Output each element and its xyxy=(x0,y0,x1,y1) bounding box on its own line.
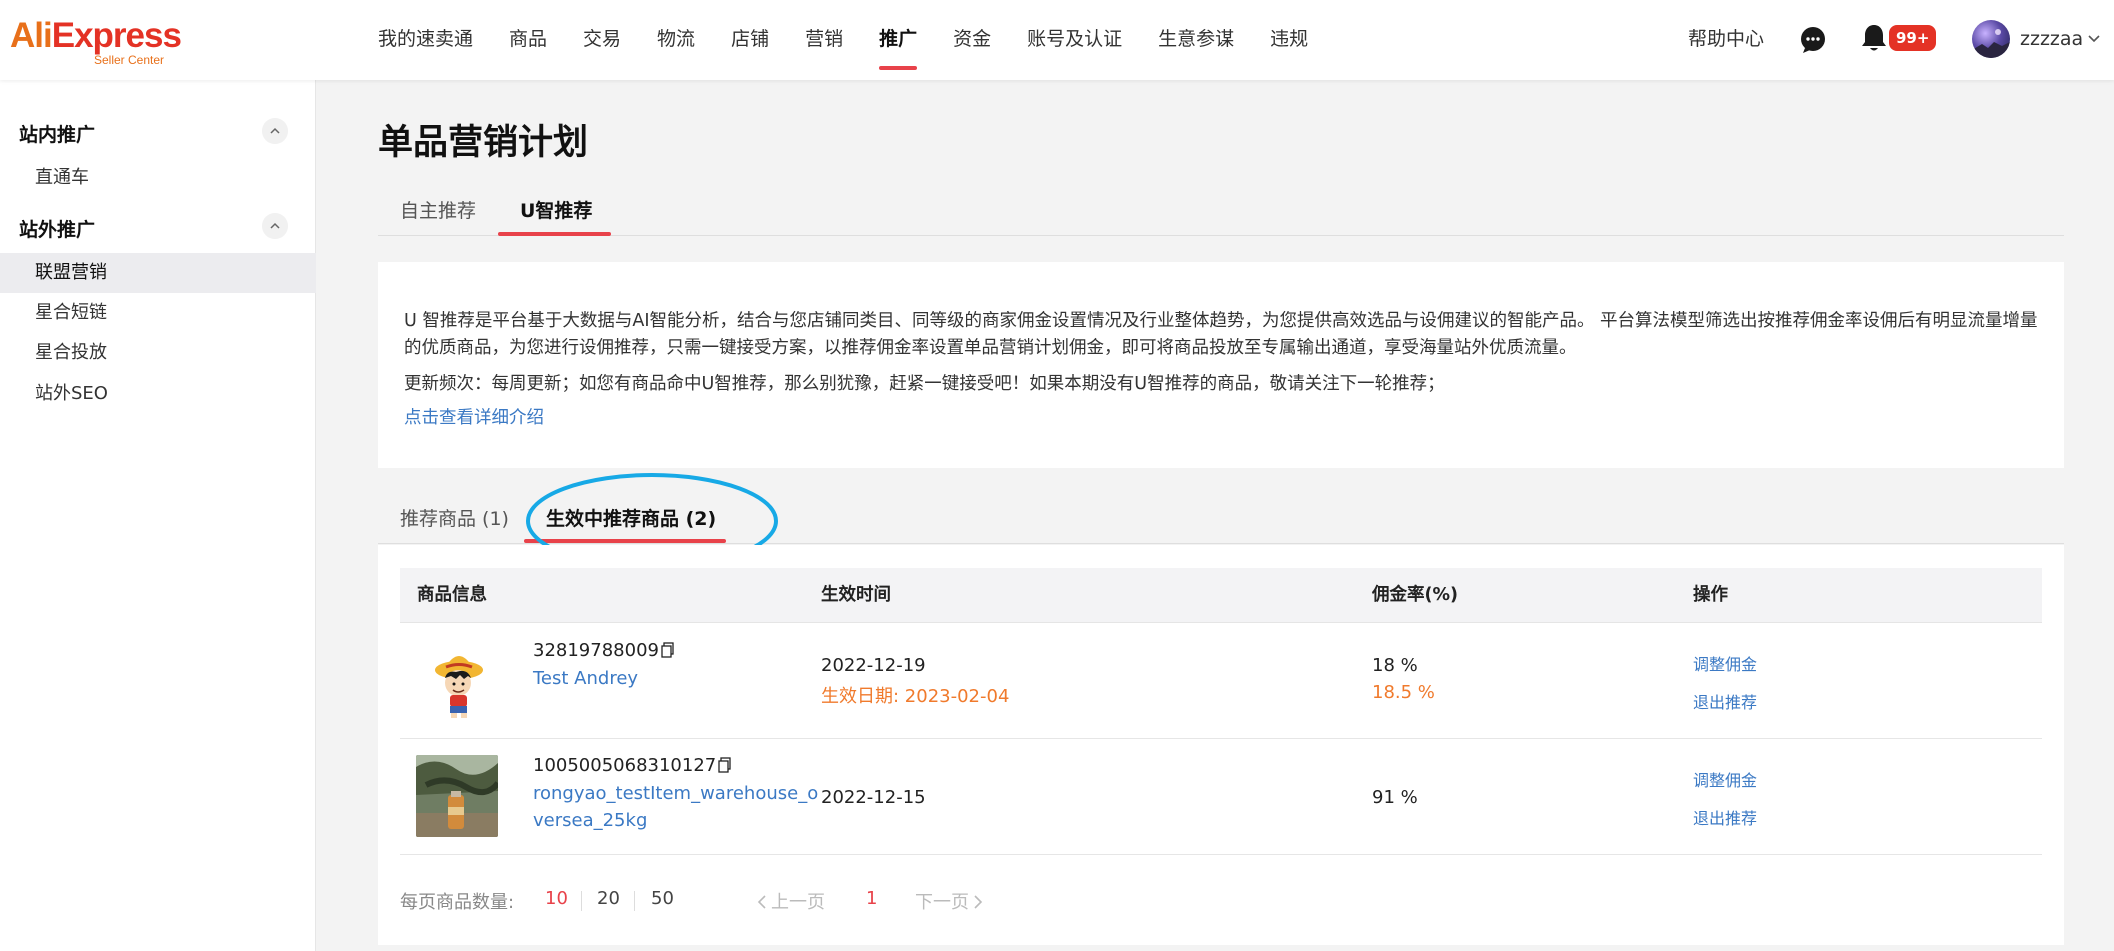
copy-icon[interactable] xyxy=(661,642,675,658)
column-header-product: 商品信息 xyxy=(417,585,487,605)
page-size-10[interactable]: 10 xyxy=(545,888,568,909)
top-header: AliExpress Seller Center 我的速卖通 商品 交易 物流 … xyxy=(0,0,2114,80)
commission-rate: 91 % xyxy=(1372,787,1418,808)
avatar[interactable] xyxy=(1972,20,2010,58)
prev-page-label: 上一页 xyxy=(771,892,825,913)
sidebar-item-star-short-link[interactable]: 星合短链 xyxy=(0,293,316,333)
plan-tabs: 自主推荐 U智推荐 xyxy=(378,186,2064,236)
chevron-right-icon xyxy=(974,895,983,909)
page-title: 单品营销计划 xyxy=(378,123,589,163)
adjust-commission-button[interactable]: 调整佣金 xyxy=(1693,651,1757,675)
effective-time: 2022-12-19 xyxy=(821,655,926,676)
current-page[interactable]: 1 xyxy=(866,888,877,909)
sidebar-item-affiliate[interactable]: 联盟营销 xyxy=(0,253,316,293)
effective-date-new: 生效日期: 2023-02-04 xyxy=(821,686,1010,707)
column-header-actions: 操作 xyxy=(1693,585,1728,605)
sidebar-item-star-placement[interactable]: 星合投放 xyxy=(0,333,316,373)
product-name-link[interactable]: rongyao_testItem_warehouse_oversea_25kg xyxy=(533,780,823,834)
detail-link[interactable]: 点击查看详细介绍 xyxy=(404,405,544,432)
copy-icon[interactable] xyxy=(718,757,732,773)
column-header-commission-rate: 佣金率(%) xyxy=(1372,585,1459,605)
commission-rate-new: 18.5 % xyxy=(1372,682,1435,703)
nav-item-marketing[interactable]: 营销 xyxy=(787,0,861,80)
prev-page-button[interactable]: 上一页 xyxy=(757,888,825,914)
sidebar-item-offsite-seo[interactable]: 站外SEO xyxy=(0,374,316,414)
sidebar-group-offsite[interactable]: 站外推广 xyxy=(19,215,95,242)
chevron-up-icon[interactable] xyxy=(262,213,288,239)
page-size-50[interactable]: 50 xyxy=(651,888,674,909)
table-row: 32819788009 Test Andrey 2022-12-19 生效日期:… xyxy=(400,624,2042,739)
divider xyxy=(581,891,582,911)
nav-item-violations[interactable]: 违规 xyxy=(1252,0,1326,80)
help-center-link[interactable]: 帮助中心 xyxy=(1688,0,1764,78)
product-id-text: 1005005068310127 xyxy=(533,755,717,776)
page-size-20[interactable]: 20 xyxy=(597,888,620,909)
product-name-link[interactable]: Test Andrey xyxy=(533,665,823,692)
chat-icon[interactable] xyxy=(1799,26,1827,54)
divider xyxy=(634,891,635,911)
main-nav: 我的速卖通 商品 交易 物流 店铺 营销 推广 资金 账号及认证 生意参谋 违规 xyxy=(360,0,1326,80)
exit-recommendation-button[interactable]: 退出推荐 xyxy=(1693,689,1757,713)
tab-self-recommend[interactable]: 自主推荐 xyxy=(400,186,476,236)
bell-icon[interactable] xyxy=(1860,23,1888,53)
product-subtabs: 推荐商品 (1) 生效中推荐商品 (2) xyxy=(378,494,2064,544)
product-image[interactable] xyxy=(416,640,498,722)
next-page-button[interactable]: 下一页 xyxy=(915,888,983,914)
nav-item-business-advisor[interactable]: 生意参谋 xyxy=(1140,0,1252,80)
aliexpress-logo[interactable]: AliExpress Seller Center xyxy=(10,18,182,68)
info-card: U 智推荐是平台基于大数据与AI智能分析，结合与您店铺同类目、同等级的商家佣金设… xyxy=(378,262,2064,468)
sidebar-group-onsite[interactable]: 站内推广 xyxy=(19,120,95,147)
nav-item-account[interactable]: 账号及认证 xyxy=(1009,0,1140,80)
table-header: 商品信息 生效时间 佣金率(%) 操作 xyxy=(400,568,2042,623)
product-id: 32819788009 xyxy=(533,640,675,661)
column-header-effective-time: 生效时间 xyxy=(821,585,891,605)
chevron-down-icon[interactable] xyxy=(2088,34,2100,44)
active-tab-indicator xyxy=(498,232,611,236)
product-id: 1005005068310127 xyxy=(533,755,732,776)
frequency-text: 更新频次：每周更新；如您有商品命中U智推荐，那么别犹豫，赶紧一键接受吧！如果本期… xyxy=(404,374,1445,394)
chevron-up-icon[interactable] xyxy=(262,118,288,144)
nav-item-store[interactable]: 店铺 xyxy=(713,0,787,80)
nav-item-promotion[interactable]: 推广 xyxy=(861,0,935,80)
username[interactable]: zzzzaa xyxy=(2020,0,2083,78)
commission-rate: 18 % xyxy=(1372,655,1418,676)
tab-u-smart-recommend[interactable]: U智推荐 xyxy=(520,186,592,236)
nav-item-my-aliexpress[interactable]: 我的速卖通 xyxy=(360,0,491,80)
page-size-label: 每页商品数量: xyxy=(400,892,515,913)
tab-active-recommended-products[interactable]: 生效中推荐商品 (2) xyxy=(546,494,716,544)
effective-time: 2022-12-15 xyxy=(821,787,926,808)
exit-recommendation-button[interactable]: 退出推荐 xyxy=(1693,805,1757,829)
active-subtab-indicator xyxy=(524,539,726,543)
products-table: 商品信息 生效时间 佣金率(%) 操作 32819788009 Test And… xyxy=(378,545,2064,945)
product-image[interactable] xyxy=(416,755,498,837)
sidebar: 站内推广 直通车 站外推广 联盟营销 星合短链 星合投放 站外SEO xyxy=(0,80,316,951)
sidebar-item-direct-train[interactable]: 直通车 xyxy=(0,158,316,198)
nav-item-funds[interactable]: 资金 xyxy=(935,0,1009,80)
logo-subtitle: Seller Center xyxy=(94,53,165,67)
nav-item-products[interactable]: 商品 xyxy=(491,0,565,80)
product-id-text: 32819788009 xyxy=(533,640,659,661)
nav-item-logistics[interactable]: 物流 xyxy=(639,0,713,80)
chevron-left-icon xyxy=(757,895,766,909)
next-page-label: 下一页 xyxy=(915,892,969,913)
table-row: 1005005068310127 rongyao_testItem_wareho… xyxy=(400,740,2042,855)
notification-badge: 99+ xyxy=(1889,25,1937,51)
nav-item-trade[interactable]: 交易 xyxy=(565,0,639,80)
description-text: U 智推荐是平台基于大数据与AI智能分析，结合与您店铺同类目、同等级的商家佣金设… xyxy=(404,311,2038,358)
adjust-commission-button[interactable]: 调整佣金 xyxy=(1693,767,1757,791)
tab-recommended-products[interactable]: 推荐商品 (1) xyxy=(400,494,509,544)
